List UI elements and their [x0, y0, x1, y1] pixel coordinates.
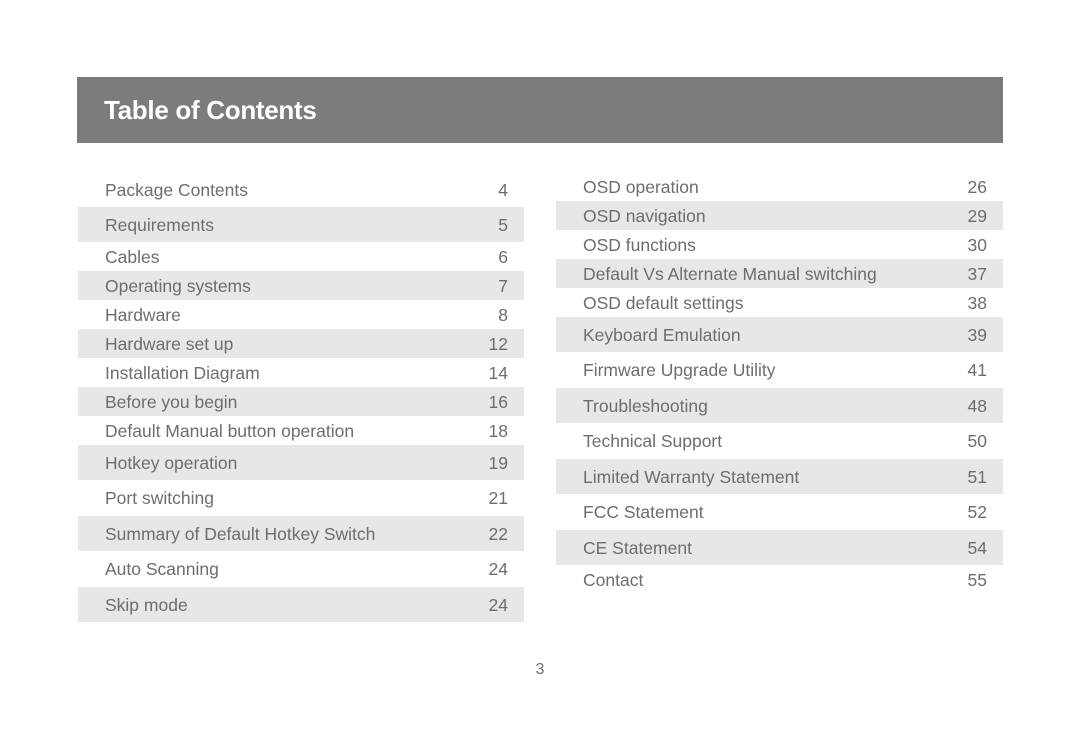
toc-entry[interactable]: Skip mode 24	[78, 587, 524, 622]
toc-entry[interactable]: Troubleshooting 48	[556, 388, 1003, 423]
toc-entry-title: Contact	[583, 570, 644, 590]
toc-entry[interactable]: Package Contents 4	[78, 172, 524, 207]
toc-entry[interactable]: Limited Warranty Statement 51	[556, 459, 1003, 494]
toc-entry-page: 38	[967, 293, 987, 313]
toc-entry-page: 6	[498, 247, 508, 267]
toc-entry-title: Port switching	[105, 488, 214, 508]
toc-entry-title: Package Contents	[105, 180, 249, 200]
toc-entry-title: Installation Diagram	[105, 363, 260, 383]
toc-entry-page: 8	[498, 305, 508, 325]
toc-entry-title: Hotkey operation	[105, 453, 238, 473]
toc-entry-page: 50	[967, 431, 987, 451]
toc-entry[interactable]: Before you begin 16	[78, 387, 524, 416]
toc-entry[interactable]: Default Manual button operation 18	[78, 416, 524, 445]
toc-entry-page: 19	[488, 453, 508, 473]
toc-entry[interactable]: OSD functions 30	[556, 230, 1003, 259]
toc-entry[interactable]: Contact 55	[556, 565, 1003, 594]
toc-entry[interactable]: Auto Scanning 24	[78, 551, 524, 587]
toc-entry-title: OSD navigation	[583, 206, 706, 226]
toc-entry-page: 16	[488, 392, 508, 412]
toc-entry-title: Hardware	[105, 305, 181, 325]
toc-entry-page: 12	[488, 334, 508, 354]
toc-entry[interactable]: Hardware 8	[78, 300, 524, 329]
page-title: Table of Contents	[104, 95, 317, 125]
toc-entry-page: 24	[488, 559, 508, 579]
toc-entry-page: 37	[967, 264, 987, 284]
toc-entry-title: Summary of Default Hotkey Switch	[105, 524, 376, 544]
toc-entry-title: Troubleshooting	[583, 396, 708, 416]
toc-entry-title: OSD operation	[583, 177, 699, 197]
toc-entry-page: 7	[498, 276, 508, 296]
toc-entry[interactable]: Hotkey operation 19	[78, 445, 524, 480]
toc-entry-page: 55	[967, 570, 987, 590]
toc-entry-page: 26	[967, 177, 987, 197]
toc-entry-title: OSD default settings	[583, 293, 744, 313]
toc-entry-title: Hardware set up	[105, 334, 234, 354]
toc-entry[interactable]: OSD default settings 38	[556, 288, 1003, 317]
toc-entry[interactable]: Summary of Default Hotkey Switch 22	[78, 516, 524, 551]
toc-entry-page: 39	[967, 325, 987, 345]
toc-entry[interactable]: Hardware set up 12	[78, 329, 524, 358]
toc-entry-title: Cables	[105, 247, 160, 267]
toc-entry-title: Firmware Upgrade Utility	[583, 360, 776, 380]
toc-entry-title: CE Statement	[583, 538, 692, 558]
toc-entry-page: 14	[488, 363, 508, 383]
toc-entry-title: Auto Scanning	[105, 559, 219, 579]
toc-entry-page: 30	[967, 235, 987, 255]
toc-entry-page: 29	[967, 206, 987, 226]
toc-entry[interactable]: CE Statement 54	[556, 530, 1003, 565]
toc-entry[interactable]: Keyboard Emulation 39	[556, 317, 1003, 352]
toc-entry[interactable]: Firmware Upgrade Utility 41	[556, 352, 1003, 388]
toc-entry-page: 48	[967, 396, 987, 416]
toc-entry[interactable]: Operating systems 7	[78, 271, 524, 300]
toc-header: Table of Contents	[77, 77, 1003, 143]
toc-entry-title: Default Vs Alternate Manual switching	[583, 264, 877, 284]
toc-entry-title: Skip mode	[105, 595, 188, 615]
toc-entry[interactable]: Default Vs Alternate Manual switching 37	[556, 259, 1003, 288]
toc-entry-title: FCC Statement	[583, 502, 704, 522]
toc-entry-title: OSD functions	[583, 235, 696, 255]
toc-entry-page: 18	[488, 421, 508, 441]
toc-entry-title: Keyboard Emulation	[583, 325, 741, 345]
toc-entry-page: 21	[488, 488, 508, 508]
toc-entry-page: 4	[498, 180, 508, 200]
toc-entry[interactable]: OSD navigation 29	[556, 201, 1003, 230]
toc-entry[interactable]: Requirements 5	[78, 207, 524, 242]
toc-entry-title: Operating systems	[105, 276, 251, 296]
toc-entry-title: Technical Support	[583, 431, 723, 451]
toc-entry[interactable]: Cables 6	[78, 242, 524, 271]
toc-entry-page: 51	[967, 467, 987, 487]
toc-entry[interactable]: OSD operation 26	[556, 172, 1003, 201]
toc-entry-page: 24	[488, 595, 508, 615]
toc-entry-page: 52	[967, 502, 987, 522]
toc-entry-page: 22	[488, 524, 508, 544]
toc-entry-title: Limited Warranty Statement	[583, 467, 800, 487]
toc-entry-title: Before you begin	[105, 392, 238, 412]
toc-entry[interactable]: Technical Support 50	[556, 423, 1003, 459]
page-number: 3	[535, 661, 545, 678]
toc-entry[interactable]: FCC Statement 52	[556, 494, 1003, 530]
toc-entry-title: Requirements	[105, 215, 214, 235]
toc-entry-page: 41	[967, 360, 987, 380]
toc-entry[interactable]: Port switching 21	[78, 480, 524, 516]
toc-entry-title: Default Manual button operation	[105, 421, 355, 441]
toc-entry-page: 5	[498, 215, 508, 235]
toc-entry[interactable]: Installation Diagram 14	[78, 358, 524, 387]
toc-entry-page: 54	[967, 538, 987, 558]
